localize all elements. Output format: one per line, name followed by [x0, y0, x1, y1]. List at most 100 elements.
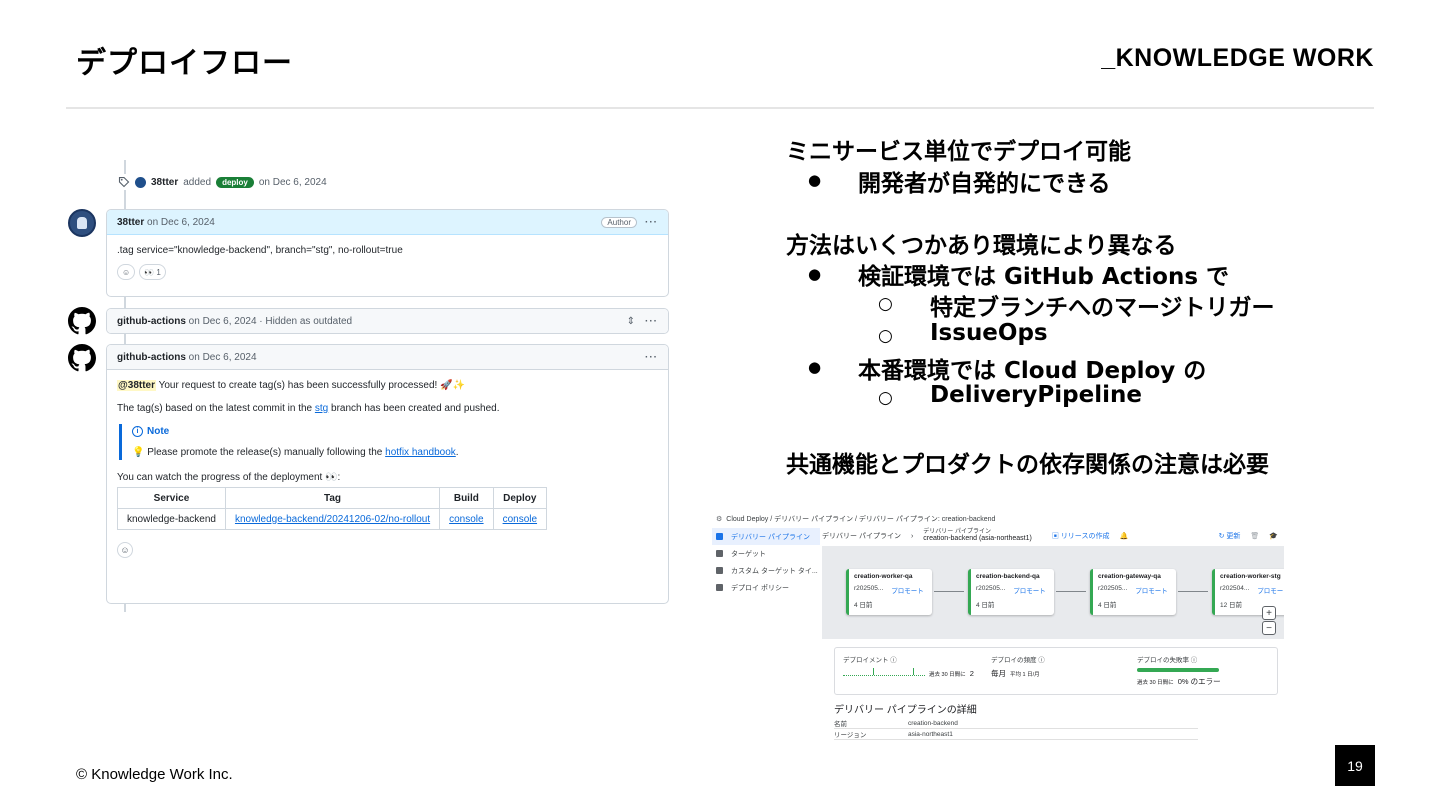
user-avatar[interactable] [68, 209, 96, 237]
note-callout: i Note 💡 Please promote the release(s) ma… [119, 424, 658, 460]
deploy-console-link[interactable]: console [503, 514, 537, 525]
refresh-button[interactable]: ↻ 更新 [1219, 531, 1241, 541]
delete-icon[interactable]: 🗑 [1250, 532, 1259, 540]
user-mention[interactable]: @38tter [117, 380, 156, 391]
pipeline-crumb[interactable]: デリバリー パイプライン [822, 531, 901, 541]
tag-message: The tag(s) based on the latest commit in… [117, 403, 500, 414]
create-release-button[interactable]: ▣ リリースの作成 [1052, 531, 1110, 541]
metric-failure-rate: デプロイの失敗率 ⓘ 過去 30 日間に 0% のエラー [1137, 657, 1221, 686]
sidebar: デリバリー パイプライン ターゲット カスタム ターゲット タイ... デプロイ… [712, 528, 820, 745]
actor-avatar[interactable] [135, 176, 146, 188]
point-subitem: 特定ブランチへのマージトリガー [930, 295, 1275, 321]
comment-header: github-actions on Dec 6, 2024 · Hidden a… [107, 309, 668, 333]
label-event: 38tter added deploy on Dec 6, 2024 [118, 174, 327, 190]
note-body: 💡 Please promote the release(s) manually… [132, 447, 459, 458]
comment-menu-button[interactable]: ··· [645, 217, 658, 228]
progress-message: You can watch the progress of the deploy… [117, 472, 341, 483]
tag-link[interactable]: knowledge-backend/20241206-02/no-rollout [235, 514, 430, 525]
comment-date[interactable]: on Dec 6, 2024 [147, 217, 215, 228]
unfold-icon[interactable]: ⇕ [627, 316, 635, 327]
breadcrumb: ⚙ Cloud Deploy / デリバリー パイプライン / デリバリー パイ… [716, 516, 996, 523]
pipeline-toolbar: デリバリー パイプライン › デリバリー パイプライン creation-bac… [822, 526, 1284, 546]
promote-link[interactable]: プロモート [1013, 585, 1046, 595]
reaction-eyes[interactable]: 👀 1 [139, 264, 166, 280]
comment-author[interactable]: github-actions [117, 352, 186, 363]
comment-header: github-actions on Dec 6, 2024 ··· [107, 345, 668, 370]
event-date[interactable]: on Dec 6, 2024 [259, 177, 327, 188]
stage-card[interactable]: creation-gateway-qa r202505... プロモート 4 日前 [1090, 569, 1176, 615]
table-header: Tag [224, 487, 441, 509]
deploy-label[interactable]: deploy [216, 176, 254, 188]
brand-logo: _KNOWLEDGE WORK [1101, 44, 1374, 72]
point-item: 開発者が自発的にできる [858, 171, 1111, 197]
build-console-link[interactable]: console [449, 514, 483, 525]
page-number: 19 [1335, 745, 1375, 786]
pipeline-name: creation-backend (asia-northeast1) [923, 535, 1032, 543]
bell-icon[interactable]: 🔔 [1119, 532, 1128, 540]
smile-icon: ☺ [122, 267, 131, 277]
deploy-sparkline [843, 668, 925, 676]
zoom-in-button[interactable]: + [1262, 606, 1276, 620]
learn-icon[interactable]: 🎓 [1269, 532, 1278, 540]
circle-bullet-icon: ○ [878, 326, 893, 346]
custom-target-icon [716, 567, 723, 574]
promote-link[interactable]: プロモート [1257, 585, 1284, 595]
bullet-icon: ● [808, 265, 822, 283]
zoom-out-button[interactable]: − [1262, 621, 1276, 635]
add-reaction-button[interactable]: ☺ [117, 542, 133, 558]
hotfix-handbook-link[interactable]: hotfix handbook [385, 447, 456, 458]
sidebar-item-targets[interactable]: ターゲット [712, 545, 820, 562]
copyright: © Knowledge Work Inc. [76, 766, 233, 783]
point-heading-1: ミニサービス単位でデプロイ可能 [786, 139, 1131, 165]
sidebar-item-policies[interactable]: デプロイ ポリシー [712, 579, 820, 596]
table-header: Service [117, 487, 226, 509]
bullet-icon: ● [808, 358, 822, 376]
promote-link[interactable]: プロモート [1135, 585, 1168, 595]
point-item: 本番環境では Cloud Deploy の [858, 358, 1207, 384]
info-icon: i [132, 426, 143, 437]
comment-date[interactable]: on Dec 6, 2024 [189, 352, 257, 363]
table-header: Deploy [492, 487, 548, 509]
deployment-table: Service Tag Build Deploy knowledge-backe… [117, 487, 548, 530]
point-subitem: IssueOps [930, 320, 1048, 346]
point-item: 検証環境では GitHub Actions で [858, 264, 1230, 290]
success-message: @38tter Your request to create tag(s) ha… [117, 380, 465, 391]
pipeline-details: 名前 creation-backend リージョン asia-northeast1 [834, 718, 1198, 740]
smile-icon: ☺ [120, 545, 130, 555]
github-actions-avatar[interactable] [68, 307, 96, 335]
event-actor[interactable]: 38tter [151, 177, 178, 188]
note-title: Note [147, 426, 170, 437]
add-reaction-button[interactable]: ☺ [117, 264, 136, 280]
comment-author[interactable]: github-actions [117, 316, 186, 327]
chevron-right-icon: › [910, 532, 914, 540]
github-actions-avatar[interactable] [68, 344, 96, 372]
comment-header: 38tter on Dec 6, 2024 Author ··· [107, 210, 668, 235]
point-subitem: DeliveryPipeline [930, 382, 1142, 408]
table-header: Build [439, 487, 494, 509]
promote-link[interactable]: プロモート [891, 585, 924, 595]
github-icon [68, 344, 96, 372]
sidebar-item-pipelines[interactable]: デリバリー パイプライン [712, 528, 820, 545]
pipeline-visualization: creation-worker-qa r202505... プロモート 4 日前 … [822, 546, 1284, 639]
comment-date: on Dec 6, 2024 · Hidden as outdated [188, 316, 353, 327]
comment-author[interactable]: 38tter [117, 217, 144, 228]
sidebar-item-custom-targets[interactable]: カスタム ターゲット タイ... [712, 562, 820, 579]
pipeline-details-title: デリバリー パイプラインの詳細 [834, 705, 977, 716]
cloud-deploy-icon: ⚙ [716, 516, 723, 523]
comment-hidden-outdated[interactable]: github-actions on Dec 6, 2024 · Hidden a… [106, 308, 669, 334]
branch-link[interactable]: stg [315, 403, 328, 414]
point-heading-2: 方法はいくつかあり環境により異なる [786, 233, 1177, 259]
bullet-icon: ● [808, 171, 822, 189]
pipeline-sub-label: デリバリー パイプライン [923, 528, 991, 535]
policy-icon [716, 584, 723, 591]
comment-menu-button[interactable]: ··· [645, 352, 658, 363]
stage-card[interactable]: creation-backend-qa r202505... プロモート 4 日前 [968, 569, 1054, 615]
pipeline-icon [716, 533, 723, 540]
tag-icon [118, 176, 130, 188]
stage-card[interactable]: creation-worker-qa r202505... プロモート 4 日前 [846, 569, 932, 615]
header-divider [66, 107, 1374, 109]
comment-38tter: 38tter on Dec 6, 2024 Author ··· .tag se… [106, 209, 669, 297]
failure-rate-bar [1137, 668, 1219, 672]
github-pr-timeline: 38tter added deploy on Dec 6, 2024 38tte… [60, 160, 680, 620]
comment-menu-button[interactable]: ··· [645, 316, 658, 327]
